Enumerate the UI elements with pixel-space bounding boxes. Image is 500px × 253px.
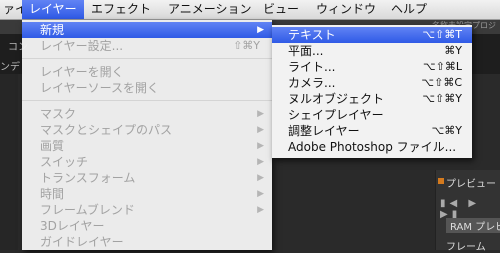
new-adjustment-layer-item[interactable]: 調整レイヤー ⌥⌘Y [272, 123, 472, 139]
menu-item-label: スイッチ [40, 155, 89, 169]
panel-grip-icon [438, 178, 444, 184]
layer-menu-mask-shape-path[interactable]: マスクとシェイプのパス ▶ [22, 122, 272, 138]
playback-controls-icon[interactable]: ▮◀ ▶ ▶▮ [440, 198, 500, 220]
menu-item-label: シェイプレイヤー [288, 108, 384, 122]
menu-layer[interactable]: レイヤー [22, 0, 84, 19]
submenu-arrow-icon: ▶ [257, 205, 264, 215]
submenu-arrow-icon: ▶ [257, 125, 264, 135]
frame-rate-label: フレーム [446, 242, 486, 253]
menu-item-label: 新規 [40, 23, 65, 37]
layer-menu: 新規 ▶ レイヤー設定... ⇧⌘Y レイヤーを開く レイヤーソースを開く マス… [22, 20, 272, 250]
layer-menu-quality[interactable]: 画質 ▶ [22, 138, 272, 154]
menu-item-label: 調整レイヤー [288, 124, 360, 138]
panel-tab-render[interactable]: ンデ [0, 58, 20, 73]
submenu-arrow-icon: ▶ [257, 189, 264, 199]
layer-menu-mask[interactable]: マスク ▶ [22, 106, 272, 122]
menu-item-label: カメラ... [288, 76, 336, 90]
new-camera-item[interactable]: カメラ... ⌥⇧⌘C [272, 75, 472, 91]
layer-menu-layer-settings[interactable]: レイヤー設定... ⇧⌘Y [22, 38, 272, 54]
menu-item-label: 画質 [40, 139, 65, 153]
menu-item-shortcut: ⌥⇧⌘T [422, 28, 462, 41]
layer-menu-3d-layer[interactable]: 3Dレイヤー [22, 218, 272, 234]
menu-help[interactable]: ヘルプ [384, 0, 434, 19]
new-submenu: テキスト ⌥⇧⌘T 平面... ⌘Y ライト... ⌥⇧⌘L カメラ... ⌥⇧… [272, 25, 472, 158]
menu-item-label: フレームブレンド [40, 203, 135, 217]
menu-bar: ァイル レイヤー エフェクト アニメーション ビュー ウィンドウ ヘルプ [0, 0, 500, 20]
menu-item-label: 3Dレイヤー [40, 219, 105, 233]
left-panel [0, 74, 18, 250]
layer-menu-open-layer[interactable]: レイヤーを開く [22, 64, 272, 80]
menu-item-label: ヌルオブジェクト [288, 92, 385, 106]
menu-item-label: Adobe Photoshop ファイル... [288, 140, 457, 154]
menu-window[interactable]: ウィンドウ [309, 0, 383, 19]
menu-separator [22, 58, 272, 59]
menu-item-shortcut: ⌥⌘Y [431, 124, 462, 137]
menu-item-label: 平面... [288, 44, 324, 58]
layer-menu-time[interactable]: 時間 ▶ [22, 186, 272, 202]
layer-menu-switches[interactable]: スイッチ ▶ [22, 154, 272, 170]
new-null-object-item[interactable]: ヌルオブジェクト ⌥⇧⌘Y [272, 91, 472, 107]
menu-item-label: レイヤーを開く [40, 65, 124, 79]
menu-item-label: 時間 [40, 187, 65, 201]
menu-item-label: レイヤーソースを開く [40, 81, 160, 95]
layer-menu-transform[interactable]: トランスフォーム ▶ [22, 170, 272, 186]
submenu-arrow-icon: ▶ [257, 141, 264, 151]
ram-preview-button[interactable]: RAM プレビ [446, 218, 500, 233]
layer-menu-guide-layer[interactable]: ガイドレイヤー [22, 234, 272, 250]
layer-menu-open-layer-source[interactable]: レイヤーソースを開く [22, 80, 272, 96]
menu-item-label: ライト... [288, 60, 336, 74]
new-solid-item[interactable]: 平面... ⌘Y [272, 43, 472, 59]
new-light-item[interactable]: ライト... ⌥⇧⌘L [272, 59, 472, 75]
new-shape-layer-item[interactable]: シェイプレイヤー [272, 107, 472, 123]
menu-item-label: マスク [40, 107, 77, 121]
menu-item-label: トランスフォーム [40, 171, 136, 185]
new-text-item[interactable]: テキスト ⌥⇧⌘T [272, 27, 472, 43]
submenu-arrow-icon: ▶ [257, 157, 264, 167]
menu-item-label: マスクとシェイプのパス [40, 123, 173, 137]
menu-item-shortcut: ⌘Y [444, 44, 462, 57]
menu-item-shortcut: ⇧⌘Y [233, 39, 260, 52]
menu-separator [22, 100, 272, 101]
new-photoshop-file-item[interactable]: Adobe Photoshop ファイル... [272, 139, 472, 155]
menu-item-shortcut: ⌥⇧⌘Y [422, 92, 462, 105]
preview-panel-title[interactable]: プレビュー [446, 175, 496, 190]
menu-animation[interactable]: アニメーション [161, 0, 259, 19]
menu-effect[interactable]: エフェクト [84, 0, 158, 19]
layer-menu-new[interactable]: 新規 ▶ [22, 22, 272, 38]
layer-menu-frame-blend[interactable]: フレームブレンド ▶ [22, 202, 272, 218]
submenu-arrow-icon: ▶ [257, 173, 264, 183]
menu-item-label: テキスト [288, 28, 336, 42]
submenu-arrow-icon: ▶ [257, 25, 264, 35]
menu-item-shortcut: ⌥⇧⌘L [422, 60, 462, 73]
menu-item-label: レイヤー設定... [40, 39, 124, 53]
menu-item-label: ガイドレイヤー [40, 235, 124, 249]
menu-item-shortcut: ⌥⇧⌘C [421, 76, 462, 89]
submenu-arrow-icon: ▶ [257, 109, 264, 119]
menu-view[interactable]: ビュー [256, 0, 306, 19]
